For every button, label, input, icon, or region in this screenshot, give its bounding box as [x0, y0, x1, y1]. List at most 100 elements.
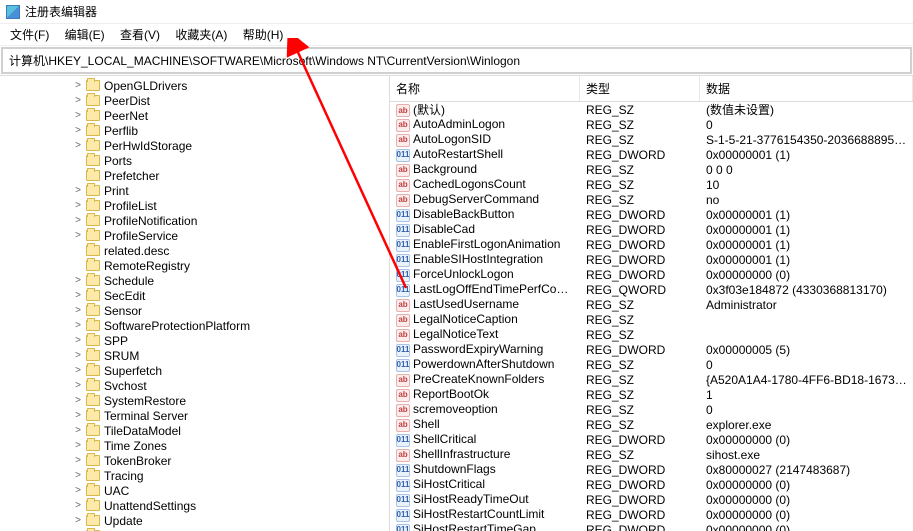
tree-expander-icon[interactable]: >	[72, 515, 84, 526]
tree-expander-icon[interactable]: >	[72, 440, 84, 451]
tree-expander-icon[interactable]: >	[72, 95, 84, 106]
tree-expander-icon[interactable]: >	[72, 425, 84, 436]
menu-edit[interactable]: 编辑(E)	[59, 26, 111, 44]
tree-expander-icon[interactable]: >	[72, 305, 84, 316]
value-row[interactable]: abscremoveoptionREG_SZ0	[390, 402, 913, 417]
tree-expander-icon[interactable]: >	[72, 350, 84, 361]
tree-expander-icon[interactable]: >	[72, 185, 84, 196]
menu-favorites[interactable]: 收藏夹(A)	[169, 26, 233, 44]
value-row[interactable]: 011AutoRestartShellREG_DWORD0x00000001 (…	[390, 147, 913, 162]
tree-item[interactable]: >Sensor	[0, 303, 389, 318]
column-header-data[interactable]: 数据	[700, 76, 913, 101]
menu-help[interactable]: 帮助(H)	[237, 26, 290, 44]
tree-item[interactable]: >SoftwareProtectionPlatform	[0, 318, 389, 333]
tree-item[interactable]: >Update	[0, 513, 389, 528]
tree-item[interactable]: >Perflib	[0, 123, 389, 138]
tree-expander-icon[interactable]: >	[72, 410, 84, 421]
tree-item[interactable]: >UnattendSettings	[0, 498, 389, 513]
tree-item[interactable]: >Superfetch	[0, 363, 389, 378]
menu-view[interactable]: 查看(V)	[114, 26, 166, 44]
value-row[interactable]: 011PasswordExpiryWarningREG_DWORD0x00000…	[390, 342, 913, 357]
tree-item-label: Ports	[104, 154, 132, 168]
tree-item[interactable]: >Print	[0, 183, 389, 198]
column-header-type[interactable]: 类型	[580, 76, 700, 101]
value-row[interactable]: 011SiHostRestartTimeGapREG_DWORD0x000000…	[390, 522, 913, 531]
tree-expander-icon[interactable]: >	[72, 395, 84, 406]
tree-item[interactable]: Ports	[0, 153, 389, 168]
tree-expander-icon[interactable]: >	[72, 485, 84, 496]
tree-item[interactable]: >OpenGLDrivers	[0, 78, 389, 93]
tree-expander-icon[interactable]: >	[72, 335, 84, 346]
value-row[interactable]: 011DisableCadREG_DWORD0x00000001 (1)	[390, 222, 913, 237]
tree-expander-icon[interactable]: >	[72, 455, 84, 466]
tree-item[interactable]: >Schedule	[0, 273, 389, 288]
tree-expander-icon[interactable]: >	[72, 500, 84, 511]
tree-item[interactable]: >TokenBroker	[0, 453, 389, 468]
value-row[interactable]: 011ShellCriticalREG_DWORD0x00000000 (0)	[390, 432, 913, 447]
tree-item[interactable]: >Terminal Server	[0, 408, 389, 423]
tree-expander-icon[interactable]: >	[72, 275, 84, 286]
value-row[interactable]: abBackgroundREG_SZ0 0 0	[390, 162, 913, 177]
folder-icon	[86, 455, 100, 466]
value-row[interactable]: abLastUsedUsernameREG_SZAdministrator	[390, 297, 913, 312]
value-data: 0x00000000 (0)	[700, 508, 913, 522]
tree-expander-icon[interactable]: >	[72, 380, 84, 391]
tree-item[interactable]: RemoteRegistry	[0, 258, 389, 273]
tree-item[interactable]: >Time Zones	[0, 438, 389, 453]
tree-expander-icon[interactable]: >	[72, 230, 84, 241]
value-row[interactable]: abShellREG_SZexplorer.exe	[390, 417, 913, 432]
value-row[interactable]: abReportBootOkREG_SZ1	[390, 387, 913, 402]
folder-icon	[86, 215, 100, 226]
value-row[interactable]: 011EnableFirstLogonAnimationREG_DWORD0x0…	[390, 237, 913, 252]
tree-expander-icon[interactable]: >	[72, 215, 84, 226]
tree-item[interactable]: >SPP	[0, 333, 389, 348]
tree-expander-icon[interactable]: >	[72, 470, 84, 481]
tree-item[interactable]: >SystemRestore	[0, 393, 389, 408]
tree-item[interactable]: >SecEdit	[0, 288, 389, 303]
value-row[interactable]: abAutoAdminLogonREG_SZ0	[390, 117, 913, 132]
value-row[interactable]: 011SiHostRestartCountLimitREG_DWORD0x000…	[390, 507, 913, 522]
value-row[interactable]: abPreCreateKnownFoldersREG_SZ{A520A1A4-1…	[390, 372, 913, 387]
registry-tree[interactable]: >OpenGLDrivers>PeerDist>PeerNet>Perflib>…	[0, 76, 390, 531]
tree-expander-icon[interactable]: >	[72, 290, 84, 301]
tree-item[interactable]: >Tracing	[0, 468, 389, 483]
value-row[interactable]: 011SiHostCriticalREG_DWORD0x00000000 (0)	[390, 477, 913, 492]
value-row[interactable]: 011ForceUnlockLogonREG_DWORD0x00000000 (…	[390, 267, 913, 282]
value-row[interactable]: ab(默认)REG_SZ(数值未设置)	[390, 102, 913, 117]
tree-item[interactable]: >Svchost	[0, 378, 389, 393]
value-row[interactable]: abAutoLogonSIDREG_SZS-1-5-21-3776154350-…	[390, 132, 913, 147]
address-bar[interactable]: 计算机\HKEY_LOCAL_MACHINE\SOFTWARE\Microsof…	[1, 47, 912, 74]
column-header-name[interactable]: 名称	[390, 76, 580, 101]
value-row[interactable]: abLegalNoticeCaptionREG_SZ	[390, 312, 913, 327]
value-row[interactable]: abShellInfrastructureREG_SZsihost.exe	[390, 447, 913, 462]
tree-expander-icon[interactable]: >	[72, 110, 84, 121]
tree-expander-icon[interactable]: >	[72, 80, 84, 91]
tree-expander-icon[interactable]: >	[72, 365, 84, 376]
tree-expander-icon[interactable]: >	[72, 320, 84, 331]
value-row[interactable]: 011LastLogOffEndTimePerfCounterREG_QWORD…	[390, 282, 913, 297]
value-row[interactable]: 011SiHostReadyTimeOutREG_DWORD0x00000000…	[390, 492, 913, 507]
tree-item[interactable]: Prefetcher	[0, 168, 389, 183]
tree-item[interactable]: >ProfileNotification	[0, 213, 389, 228]
value-row[interactable]: 011DisableBackButtonREG_DWORD0x00000001 …	[390, 207, 913, 222]
value-row[interactable]: abDebugServerCommandREG_SZno	[390, 192, 913, 207]
tree-item[interactable]: >SRUM	[0, 348, 389, 363]
value-row[interactable]: 011PowerdownAfterShutdownREG_SZ0	[390, 357, 913, 372]
value-row[interactable]: abCachedLogonsCountREG_SZ10	[390, 177, 913, 192]
value-row[interactable]: 011EnableSIHostIntegrationREG_DWORD0x000…	[390, 252, 913, 267]
tree-item[interactable]: related.desc	[0, 243, 389, 258]
tree-expander-icon[interactable]: >	[72, 140, 84, 151]
menu-file[interactable]: 文件(F)	[4, 26, 55, 44]
tree-item[interactable]: >UAC	[0, 483, 389, 498]
tree-item[interactable]: >ProfileService	[0, 228, 389, 243]
value-row[interactable]: abLegalNoticeTextREG_SZ	[390, 327, 913, 342]
tree-expander-icon[interactable]: >	[72, 125, 84, 136]
tree-item[interactable]: >TileDataModel	[0, 423, 389, 438]
tree-item[interactable]: >PerHwIdStorage	[0, 138, 389, 153]
tree-item[interactable]: >ProfileList	[0, 198, 389, 213]
tree-expander-icon[interactable]: >	[72, 200, 84, 211]
tree-item[interactable]: >PeerNet	[0, 108, 389, 123]
tree-item[interactable]: >PeerDist	[0, 93, 389, 108]
value-type: REG_SZ	[580, 448, 700, 462]
value-row[interactable]: 011ShutdownFlagsREG_DWORD0x80000027 (214…	[390, 462, 913, 477]
